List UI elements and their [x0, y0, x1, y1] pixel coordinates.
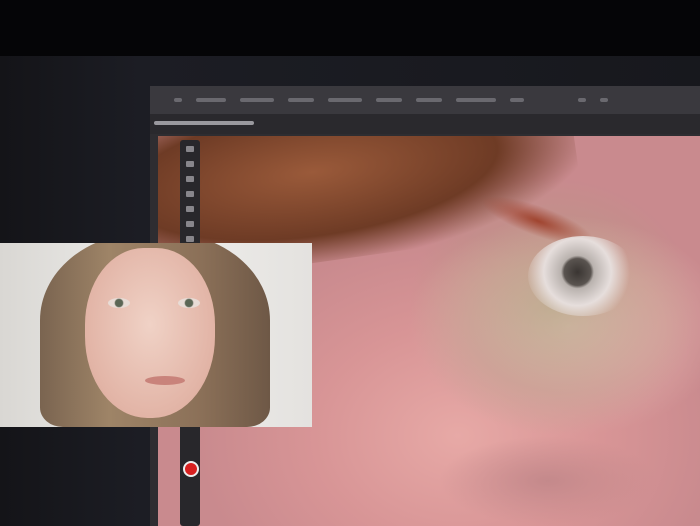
settings-icon[interactable] [578, 98, 586, 102]
document-tab-row [150, 114, 700, 134]
lasso-tool-icon[interactable] [186, 176, 194, 182]
option-field[interactable] [456, 98, 496, 102]
face [85, 248, 215, 418]
option-field[interactable] [416, 98, 442, 102]
crop-tool-icon[interactable] [186, 191, 194, 197]
brush-tool-icon[interactable] [186, 206, 194, 212]
option-field[interactable] [240, 98, 274, 102]
option-field[interactable] [376, 98, 402, 102]
eye [178, 298, 200, 308]
foreground-color-swatch[interactable] [183, 461, 199, 477]
tool-icon[interactable] [186, 221, 194, 227]
brush-icon[interactable] [600, 98, 608, 102]
document-tab[interactable] [154, 121, 254, 125]
option-field[interactable] [510, 98, 524, 102]
option-field[interactable] [288, 98, 314, 102]
nose [438, 436, 658, 526]
mouth [145, 376, 185, 385]
screen [0, 0, 700, 526]
dark-top-band [0, 0, 700, 56]
option-field[interactable] [196, 98, 226, 102]
tool-icon[interactable] [186, 236, 194, 242]
eye [108, 298, 130, 308]
options-bar [150, 86, 700, 114]
option-field[interactable] [328, 98, 362, 102]
webcam-overlay [0, 243, 312, 427]
move-tool-icon[interactable] [186, 146, 194, 152]
home-icon[interactable] [174, 98, 182, 102]
marquee-tool-icon[interactable] [186, 161, 194, 167]
eye [528, 236, 638, 316]
